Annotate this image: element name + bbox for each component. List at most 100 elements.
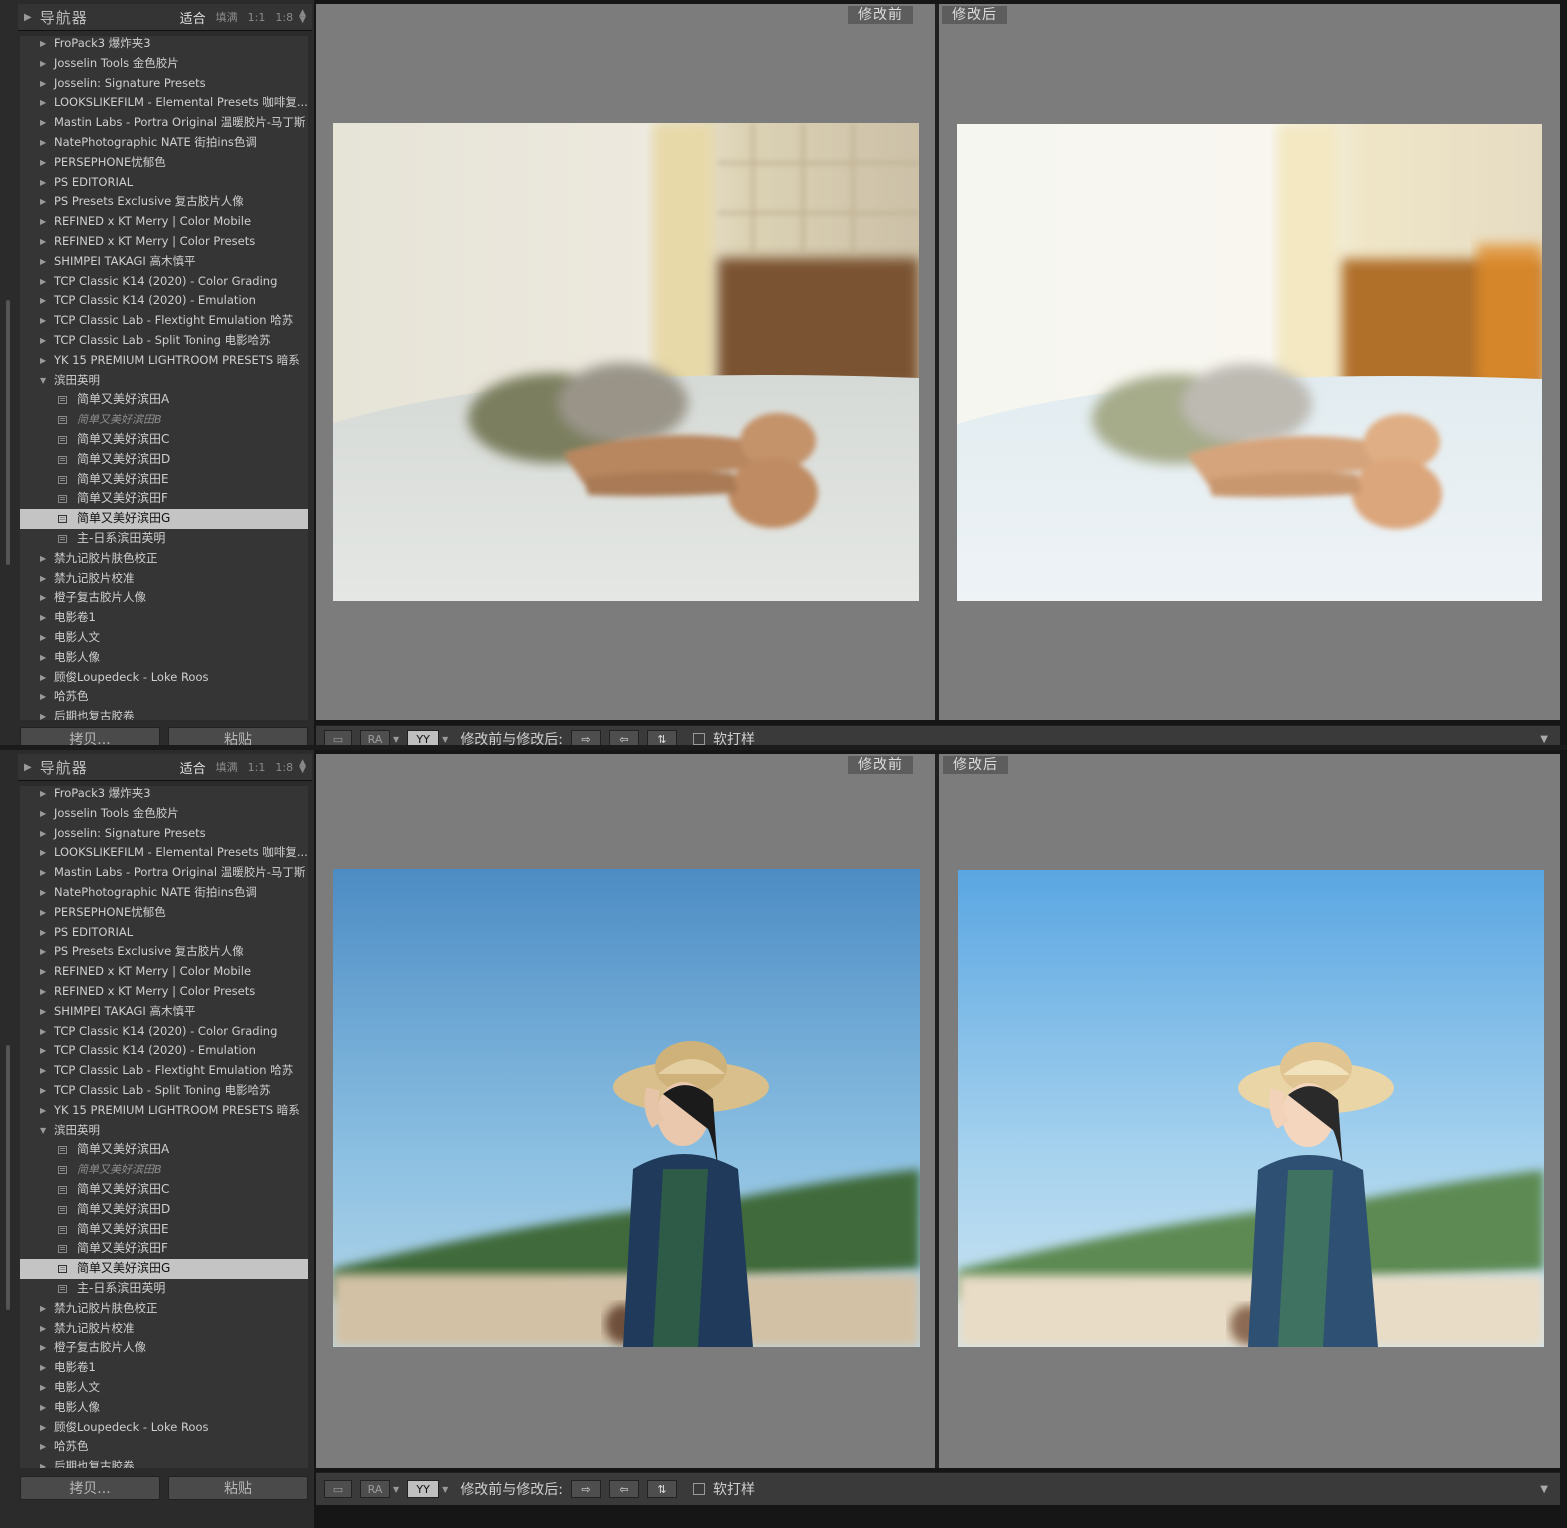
disclosure-triangle-icon[interactable]: ▼ [40,1121,46,1141]
collapse-triangle-icon[interactable]: ▶ [24,762,32,773]
preset-item[interactable]: 简单又美好滨田E [20,470,308,490]
disclosure-triangle-icon[interactable]: ▶ [40,1437,46,1457]
preset-folder[interactable]: ▶ 顾俊Loupedeck - Loke Roos [20,668,308,688]
preset-item[interactable]: 简单又美好滨田E [20,1220,308,1240]
preset-item[interactable]: 简单又美好滨田C [20,430,308,450]
soft-proof-toggle[interactable]: 软打样 [693,729,755,745]
dropdown-icon[interactable]: ▼ [393,735,399,744]
preset-folder[interactable]: ▶ 禁九记胶片肤色校正 [20,1299,308,1319]
disclosure-triangle-icon[interactable]: ▶ [40,903,46,923]
disclosure-triangle-icon[interactable]: ▶ [40,1299,46,1319]
ra-view-button[interactable]: RA [360,1480,390,1498]
disclosure-triangle-icon[interactable]: ▶ [40,824,46,844]
disclosure-triangle-icon[interactable]: ▶ [40,608,46,628]
preset-folder[interactable]: ▼ 滨田英明 [20,371,308,391]
preset-folder[interactable]: ▶ NatePhotographic NATE 街拍ins色调 [20,133,308,153]
disclosure-triangle-icon[interactable]: ▶ [40,212,46,232]
preset-folder[interactable]: ▶ 哈苏色 [20,1437,308,1457]
disclosure-triangle-icon[interactable]: ▶ [40,252,46,272]
disclosure-triangle-icon[interactable]: ▶ [40,549,46,569]
disclosure-triangle-icon[interactable]: ▶ [40,707,46,720]
preset-folder[interactable]: ▶ 后期也复古胶卷 [20,707,308,720]
dropdown-icon[interactable]: ▼ [442,1485,448,1494]
disclosure-triangle-icon[interactable]: ▶ [40,1002,46,1022]
preset-item[interactable]: 简单又美好滨田D [20,1200,308,1220]
zoom-1-8[interactable]: 1:8 [275,761,293,774]
disclosure-triangle-icon[interactable]: ▶ [40,1319,46,1339]
preset-folder[interactable]: ▶ 禁九记胶片肤色校正 [20,549,308,569]
preset-folder[interactable]: ▶ YK 15 PREMIUM LIGHTROOM PRESETS 暗系 [20,1101,308,1121]
preset-folder[interactable]: ▶ NatePhotographic NATE 街拍ins色调 [20,883,308,903]
paste-button[interactable]: 粘贴 [168,1476,308,1500]
disclosure-triangle-icon[interactable]: ▶ [40,153,46,173]
disclosure-triangle-icon[interactable]: ▶ [40,962,46,982]
disclosure-triangle-icon[interactable]: ▶ [40,173,46,193]
disclosure-triangle-icon[interactable]: ▶ [40,843,46,863]
swap-icon[interactable]: ⇅ [647,1480,678,1498]
preset-folder[interactable]: ▶ PERSEPHONE忧郁色 [20,153,308,173]
disclosure-triangle-icon[interactable]: ▶ [40,1457,46,1468]
disclosure-triangle-icon[interactable]: ▶ [40,1358,46,1378]
preset-folder[interactable]: ▶ 橙子复古胶片人像 [20,588,308,608]
preset-folder[interactable]: ▶ TCP Classic K14 (2020) - Emulation [20,1041,308,1061]
disclosure-triangle-icon[interactable]: ▶ [40,351,46,371]
disclosure-triangle-icon[interactable]: ▶ [40,883,46,903]
disclosure-triangle-icon[interactable]: ▶ [40,1398,46,1418]
navigator-header[interactable]: ▶ 导航器 适合 填满 1:1 1:8 ▲ ▼ [18,754,312,781]
disclosure-triangle-icon[interactable]: ▶ [40,291,46,311]
preset-item[interactable]: 简单又美好滨田A [20,1140,308,1160]
preset-folder[interactable]: ▶ TCP Classic K14 (2020) - Color Grading [20,272,308,292]
preset-folder[interactable]: ▶ TCP Classic Lab - Split Toning 电影哈苏 [20,1081,308,1101]
preset-folder[interactable]: ▶ Josselin: Signature Presets [20,824,308,844]
copy-button[interactable]: 拷贝... [20,727,160,745]
disclosure-triangle-icon[interactable]: ▶ [40,786,46,804]
dropdown-icon[interactable]: ▼ [393,1485,399,1494]
disclosure-triangle-icon[interactable]: ▶ [40,331,46,351]
zoom-1-1[interactable]: 1:1 [248,761,266,774]
navigator-header[interactable]: ▶ 导航器 适合 填满 1:1 1:8 ▲ ▼ [18,4,312,31]
zoom-fit[interactable]: 适合 [180,758,206,777]
panel-scrollbar[interactable] [6,300,10,565]
preset-folder[interactable]: ▶ REFINED x KT Merry | Color Presets [20,232,308,252]
panel-scrollbar[interactable] [6,1045,10,1310]
preset-folder[interactable]: ▶ PS EDITORIAL [20,923,308,943]
disclosure-triangle-icon[interactable]: ▶ [40,1338,46,1358]
disclosure-triangle-icon[interactable]: ▶ [40,1041,46,1061]
preset-item[interactable]: 简单又美好滨田A [20,390,308,410]
preset-folder[interactable]: ▶ PERSEPHONE忧郁色 [20,903,308,923]
dropdown-icon[interactable]: ▼ [442,735,448,744]
disclosure-triangle-icon[interactable]: ▶ [40,1101,46,1121]
preset-item[interactable]: 简单又美好滨田F [20,489,308,509]
preset-folder[interactable]: ▶ 顾俊Loupedeck - Loke Roos [20,1418,308,1438]
preset-folder[interactable]: ▶ Mastin Labs - Portra Original 温暖胶片-马丁斯 [20,863,308,883]
disclosure-triangle-icon[interactable]: ▶ [40,982,46,1002]
preset-item[interactable]: 简单又美好滨田C [20,1180,308,1200]
zoom-1-8[interactable]: 1:8 [275,11,293,24]
preset-folder[interactable]: ▶ PS EDITORIAL [20,173,308,193]
copy-after-to-before-icon[interactable]: ⇦ [609,730,640,745]
preset-folder[interactable]: ▶ TCP Classic Lab - Split Toning 电影哈苏 [20,331,308,351]
disclosure-triangle-icon[interactable]: ▶ [40,668,46,688]
zoom-fill[interactable]: 填满 [216,9,238,25]
preset-folder[interactable]: ▶ 禁九记胶片校准 [20,569,308,589]
zoom-spinner-icon[interactable]: ▲ ▼ [299,9,306,25]
preset-folder[interactable]: ▶ REFINED x KT Merry | Color Mobile [20,212,308,232]
soft-proof-toggle[interactable]: 软打样 [693,1479,755,1499]
preset-folder[interactable]: ▶ 禁九记胶片校准 [20,1319,308,1339]
disclosure-triangle-icon[interactable]: ▶ [40,628,46,648]
preset-item[interactable]: 简单又美好滨田F [20,1239,308,1259]
preset-folder[interactable]: ▶ 电影卷1 [20,608,308,628]
yy-view-button[interactable]: YY [407,1480,440,1498]
copy-after-to-before-icon[interactable]: ⇦ [609,1480,640,1498]
preset-folder[interactable]: ▶ 电影人文 [20,628,308,648]
loupe-view-icon[interactable]: ▭ [324,1480,352,1498]
toolbar-menu-icon[interactable]: ▼ [1540,1484,1548,1495]
preset-folder[interactable]: ▶ SHIMPEI TAKAGI 高木慎平 [20,252,308,272]
preset-folder[interactable]: ▶ 电影人文 [20,1378,308,1398]
zoom-1-1[interactable]: 1:1 [248,11,266,24]
disclosure-triangle-icon[interactable]: ▶ [40,923,46,943]
preset-folder[interactable]: ▶ Josselin: Signature Presets [20,74,308,94]
preset-folder[interactable]: ▶ TCP Classic K14 (2020) - Emulation [20,291,308,311]
copy-button[interactable]: 拷贝... [20,1476,160,1500]
preset-folder[interactable]: ▶ PS Presets Exclusive 复古胶片人像 [20,942,308,962]
